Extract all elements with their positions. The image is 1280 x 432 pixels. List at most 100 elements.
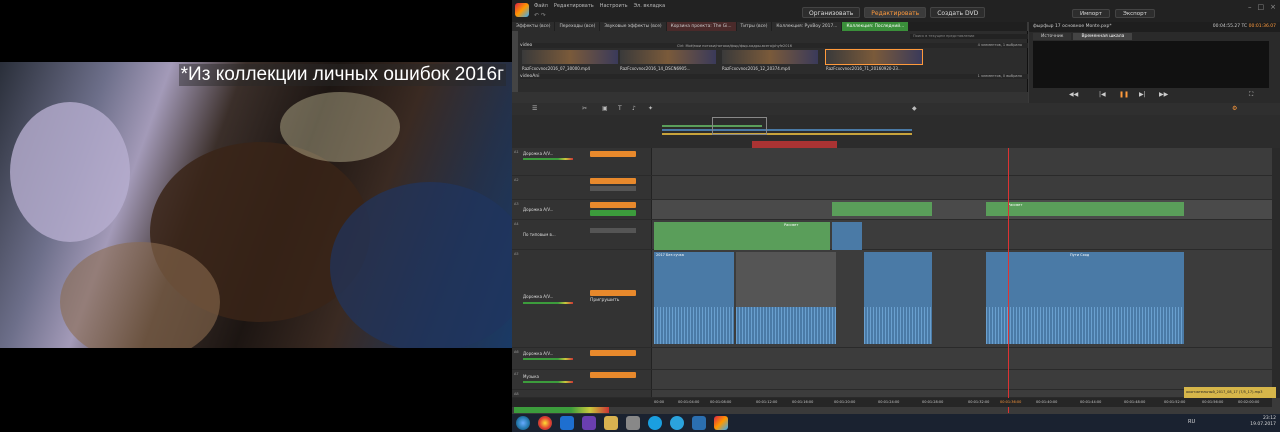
file-explorer-icon[interactable] [604,416,618,430]
menu-file[interactable]: Файл [534,3,548,9]
folder-videoani-row[interactable]: videoAni 1 элементов, 0 выбрано [520,74,1028,79]
library-thumb[interactable] [620,50,716,64]
track-volume[interactable] [590,228,636,233]
tab-transitions[interactable]: Переходы (все) [555,22,600,31]
audio-icon[interactable]: ♪ [632,105,636,112]
track-number: A1 [514,150,519,154]
track-name: Дорожка A/V... [523,207,554,212]
language-indicator[interactable]: RU [1188,419,1195,425]
track-header[interactable]: A1 Дорожка A/V... [512,148,652,175]
track-pan[interactable] [590,186,636,191]
timeline-tracks: A1 Дорожка A/V... A2 A3 Дорожка A/V... Р… [512,148,1272,413]
timeline-ruler[interactable]: 00:00 00:01:04:00 00:01:08:00 00:01:12:0… [512,398,1272,407]
step-forward-icon[interactable]: ▶| [1139,91,1146,98]
opera-icon[interactable] [560,416,574,430]
system-clock[interactable]: 23:12 19.07.2017 [1250,416,1276,428]
ruler-tick: 00:01:32:00 [968,400,990,404]
library-thumb[interactable] [522,50,618,64]
track-volume[interactable] [590,210,636,216]
skype-icon[interactable] [648,416,662,430]
track-header[interactable]: A6 Дорожка A/V... [512,348,652,369]
timeline-clip[interactable]: Пути Сход [986,252,1184,344]
track-volume[interactable] [590,178,636,184]
library-search-input[interactable]: Поиск в текущем представлении [910,34,1028,39]
timeline-clip[interactable] [736,252,836,344]
track-header[interactable]: A8 [512,390,652,397]
import-button[interactable]: Импорт [1072,9,1110,18]
timeline-clip[interactable]: Рассвет [986,202,1184,216]
title-icon[interactable]: T [618,105,622,112]
overview-viewport[interactable] [712,117,767,135]
video-editor-taskbar-icon[interactable] [714,416,728,430]
minimize-icon[interactable]: – [1248,3,1252,11]
maximize-icon[interactable]: □ [1258,3,1265,11]
folder-label: videoAni [520,74,540,79]
timeline-clip[interactable]: Рассвет [654,222,830,250]
close-icon[interactable]: × [1270,3,1276,11]
start-button-icon[interactable] [516,416,530,430]
ruler-tick: 00:01:20:00 [834,400,856,404]
fullscreen-icon[interactable]: ⛶ [1249,91,1253,99]
step-back-icon[interactable]: |◀ [1099,91,1106,98]
menu-edit[interactable]: Редактировать [554,3,594,9]
tab-timeline[interactable]: Временная шкала [1073,33,1133,40]
tab-project-bin[interactable]: Корзина проекта: The Gi... [666,22,736,31]
tab-sound-effects[interactable]: Звуковые эффекты (все) [600,22,666,31]
tab-organize[interactable]: Организовать [802,7,861,18]
tracks-menu-icon[interactable]: ☰ [532,105,537,112]
pause-icon[interactable]: ❚❚ [1119,91,1129,98]
tab-create-dvd[interactable]: Создать DVD [930,7,986,18]
tab-titles[interactable]: Титры (все) [736,22,772,31]
track-volume[interactable] [590,290,636,296]
timeline-clip[interactable] [864,252,932,344]
tab-collection-last[interactable]: Коллекция: Последний... [842,22,909,31]
tab-collection-pyxboy[interactable]: Коллекция: PyxBoy 2017... [772,22,842,31]
app-icon[interactable] [692,416,706,430]
settings-icon[interactable]: ⚙ [1232,105,1237,112]
telegram-icon[interactable] [670,416,684,430]
export-button[interactable]: Экспорт [1115,9,1155,18]
timeline-clip[interactable] [832,222,862,250]
undo-redo-icon[interactable]: ↶ ↷ [534,12,546,19]
ruler-tick: 00:01:16:00 [792,400,814,404]
track-number: A5 [514,252,519,256]
ruler-tick: 00:01:52:00 [1164,400,1186,404]
menu-extra[interactable]: Эл. вкладка [634,3,666,9]
track-volume[interactable] [590,372,636,378]
tab-effects[interactable]: Эффекты (все) [512,22,555,31]
track-name: Музыка [523,374,539,379]
menu-settings[interactable]: Настроить [600,3,628,9]
timeline-clip[interactable]: 2017 Без сучка [654,252,734,344]
timeline-clip[interactable] [832,202,932,216]
track-header[interactable]: A4 По типовым в... [512,220,652,249]
library-thumb-selected[interactable] [825,49,923,65]
playhead[interactable] [1008,148,1009,413]
track-volume[interactable] [590,151,636,157]
clock-date: 19.07.2017 [1250,422,1276,427]
ending-audio-clip[interactable]: окончательный_2017_08_17 (7/5_17).mp3 [1184,387,1276,398]
track-number: A4 [514,222,519,226]
effect-icon[interactable]: ✦ [648,105,653,112]
ruler-tick: 00:01:28:00 [922,400,944,404]
tab-edit[interactable]: Редактировать [864,7,927,18]
library-thumb[interactable] [722,50,818,64]
snapshot-icon[interactable]: ▣ [602,105,608,112]
visual-studio-icon[interactable] [582,416,596,430]
marker-icon[interactable]: ◆ [912,105,917,112]
player-screen [1033,41,1269,89]
chrome-icon[interactable] [538,416,552,430]
track-number: A2 [514,178,519,182]
timeline-scrollbar[interactable] [1272,148,1280,398]
project-title: фырфыр 17 основное Monte.pxp* [1033,24,1112,29]
track-volume[interactable] [590,350,636,356]
fast-forward-icon[interactable]: ▶▶ [1159,91,1168,98]
rewind-icon[interactable]: ◀◀ [1069,91,1078,98]
app-icon[interactable] [626,416,640,430]
track-volume[interactable] [590,202,636,208]
track-header[interactable]: A2 [512,176,652,199]
track-header[interactable]: A5 Дорожка A/V... Пригрушить [512,250,652,347]
track-header[interactable]: A7 Музыка [512,370,652,389]
track-header[interactable]: A3 Дорожка A/V... [512,200,652,219]
split-icon[interactable]: ✂ [582,105,587,112]
tab-source[interactable]: Источник [1033,33,1072,40]
